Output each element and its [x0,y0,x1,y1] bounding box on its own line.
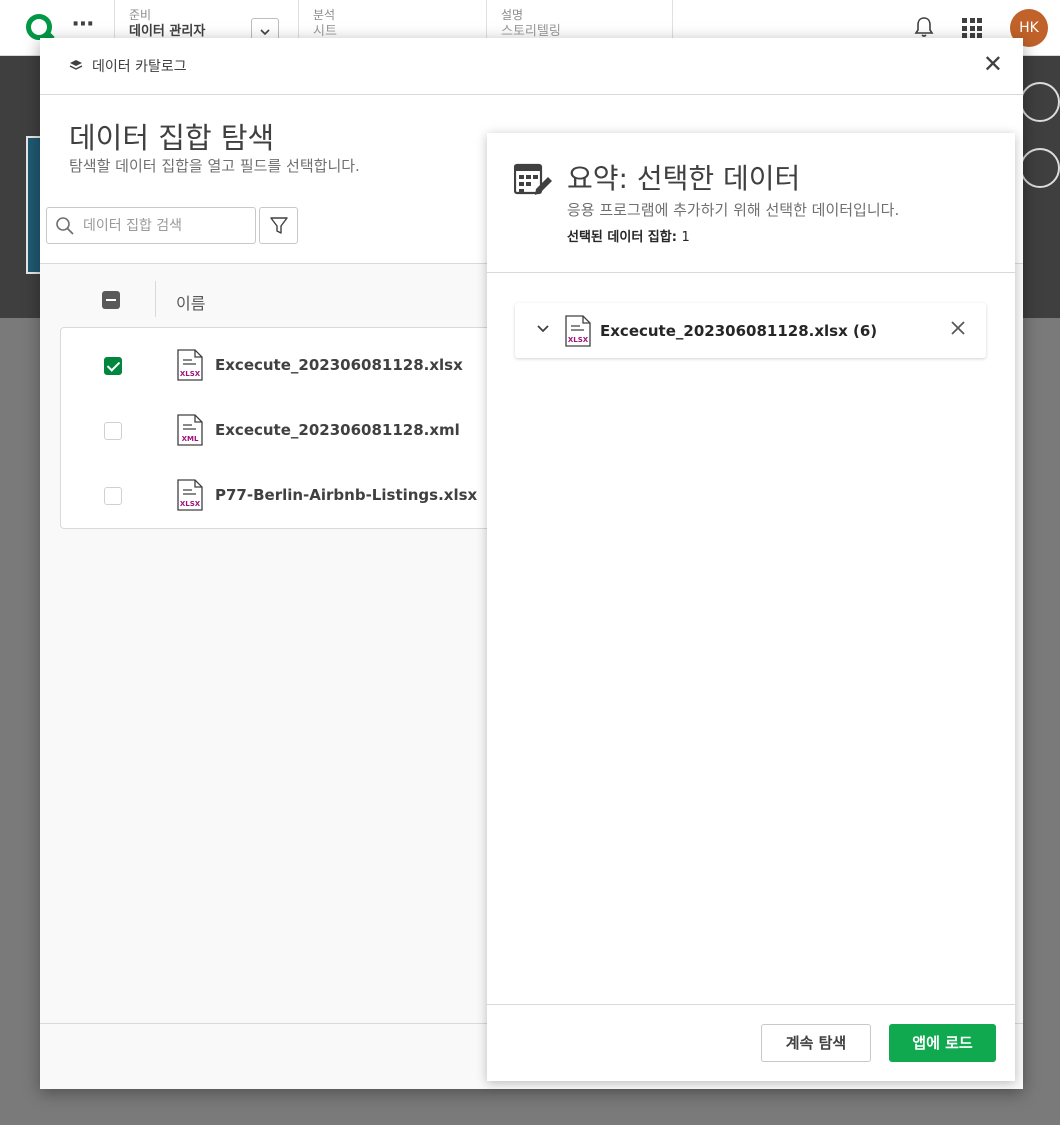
page-title: 데이터 집합 탐색 [69,121,275,155]
selected-dataset-name: Excecute_202306081128.xlsx (6) [600,322,878,340]
selected-count-label: 선택된 데이터 집합: [567,230,677,245]
file-type-label: XLSX [180,370,201,378]
dialog-title: 데이터 카탈로그 [92,59,187,75]
more-icon[interactable]: ⋯ [72,12,95,37]
background-circle [1020,82,1060,122]
file-type-label: XLSX [180,500,201,508]
search-box[interactable] [46,207,256,244]
dataset-list: XLSX Excecute_202306081128.xlsx XML Exce… [60,327,520,529]
table-row[interactable]: XML Excecute_202306081128.xml [61,397,521,462]
dataset-name: P77-Berlin-Airbnb-Listings.xlsx [215,486,478,504]
close-icon[interactable]: ✕ [983,52,1003,76]
summary-header: 요약: 선택한 데이터 응용 프로그램에 추가하기 위해 선택한 데이터입니다.… [487,133,1015,273]
filter-button[interactable] [259,207,298,244]
search-icon [56,217,74,235]
summary-subtitle: 응용 프로그램에 추가하기 위해 선택한 데이터입니다. [567,201,900,219]
xml-file-icon: XML [177,414,203,446]
dataset-name: Excecute_202306081128.xlsx [215,356,463,374]
dataset-name: Excecute_202306081128.xml [215,421,460,439]
dialog-header: 데이터 카탈로그 ✕ [40,38,1023,95]
file-type-label: XML [182,435,199,443]
table-row[interactable]: XLSX P77-Berlin-Airbnb-Listings.xlsx [61,462,521,527]
apps-grid-icon[interactable] [962,18,982,38]
xlsx-file-icon: XLSX [177,349,203,381]
summary-footer: 계속 탐색 앱에 로드 [487,1004,1015,1081]
summary-title: 요약: 선택한 데이터 [567,162,801,195]
column-header-name[interactable]: 이름 [176,290,205,314]
remove-icon[interactable] [950,320,966,336]
select-all-checkbox[interactable] [102,291,120,309]
xlsx-file-icon: XLSX [177,479,203,511]
bell-icon[interactable] [914,16,934,38]
nav-section-label: 분석 [313,8,336,22]
selected-count: 선택된 데이터 집합: 1 [567,226,690,245]
chevron-down-icon[interactable] [537,323,549,335]
page-subtitle: 탐색할 데이터 집합을 열고 필드를 선택합니다. [69,157,360,175]
continue-explore-button[interactable]: 계속 탐색 [761,1024,871,1062]
selected-count-value: 1 [681,230,690,245]
nav-section-label: 설명 [501,8,524,22]
load-into-app-button[interactable]: 앱에 로드 [889,1024,996,1062]
selected-dataset-item[interactable]: XLSX Excecute_202306081128.xlsx (6) [515,303,986,358]
summary-panel: 요약: 선택한 데이터 응용 프로그램에 추가하기 위해 선택한 데이터입니다.… [487,133,1015,1081]
catalog-icon [69,60,83,70]
filter-icon [270,217,288,234]
search-input[interactable] [83,215,248,237]
background-circle [1020,148,1060,188]
row-checkbox[interactable] [104,422,122,440]
file-type-label: XLSX [568,336,589,344]
row-checkbox[interactable] [104,357,122,375]
xlsx-file-icon: XLSX [565,315,591,347]
table-row[interactable]: XLSX Excecute_202306081128.xlsx [61,332,521,397]
row-checkbox[interactable] [104,487,122,505]
column-divider [155,281,156,317]
qlik-logo-icon[interactable] [26,14,52,40]
table-edit-icon [514,163,552,195]
